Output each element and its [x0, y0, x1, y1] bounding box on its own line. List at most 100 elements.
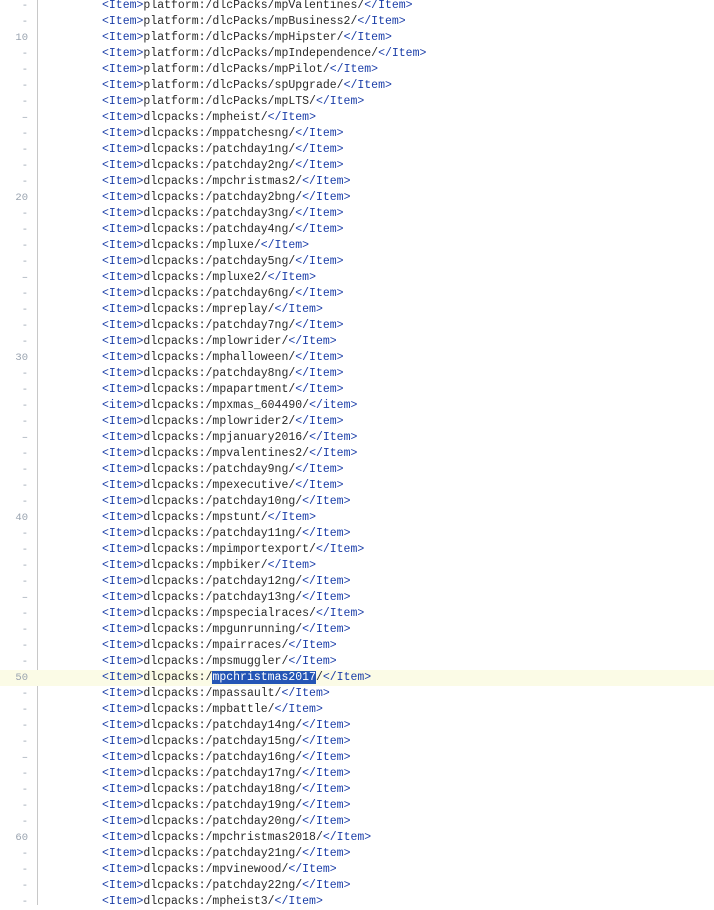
code-text: <Item>dlcpacks:/patchday14ng/</Item> [102, 718, 350, 734]
xml-close-tag: </Item> [315, 543, 365, 556]
code-line[interactable]: - <Item>dlcpacks:/patchday1ng/</Item> [0, 142, 714, 158]
code-line[interactable]: – <Item>dlcpacks:/mpluxe2/</Item> [0, 270, 714, 286]
xml-open-tag: <Item> [102, 767, 144, 780]
code-line[interactable]: - <Item>dlcpacks:/mpspecialraces/</Item> [0, 606, 714, 622]
xml-text-value: dlcpacks:/patchday3ng/ [143, 207, 296, 220]
xml-open-tag: <Item> [102, 591, 144, 604]
code-line[interactable]: - <Item>dlcpacks:/mpchristmas2/</Item> [0, 174, 714, 190]
code-line[interactable]: - <Item>dlcpacks:/mpgunrunning/</Item> [0, 622, 714, 638]
code-line[interactable]: - <Item>dlcpacks:/mpapartment/</Item> [0, 382, 714, 398]
code-line[interactable]: – <Item>dlcpacks:/mpheist/</Item> [0, 110, 714, 126]
xml-open-tag: <Item> [102, 0, 144, 12]
code-line[interactable]: – <Item>dlcpacks:/patchday16ng/</Item> [0, 750, 714, 766]
code-line[interactable]: - <item>dlcpacks:/mpxmas_604490/</item> [0, 398, 714, 414]
code-line[interactable]: 40 <Item>dlcpacks:/mpstunt/</Item> [0, 510, 714, 526]
line-number: - [21, 736, 28, 748]
code-line[interactable]: 60 <Item>dlcpacks:/mpchristmas2018/</Item… [0, 830, 714, 846]
line-number: – [21, 432, 28, 444]
xml-close-tag: </Item> [295, 415, 344, 428]
code-line[interactable]: - <Item>dlcpacks:/patchday19ng/</Item> [0, 798, 714, 814]
code-line[interactable]: - <Item>dlcpacks:/patchday12ng/</Item> [0, 574, 714, 590]
code-line[interactable]: - <Item>dlcpacks:/patchday9ng/</Item> [0, 462, 714, 478]
xml-open-tag: <Item> [102, 335, 144, 348]
xml-close-tag: </Item> [288, 639, 337, 652]
xml-open-tag: <Item> [102, 207, 144, 220]
code-text: <Item>dlcpacks:/patchday10ng/</Item> [102, 494, 350, 510]
code-line[interactable]: - <Item>dlcpacks:/patchday14ng/</Item> [0, 718, 714, 734]
code-line[interactable]: - <Item>dlcpacks:/patchday15ng/</Item> [0, 734, 714, 750]
xml-open-tag: <Item> [102, 303, 144, 316]
xml-text-value: dlcpacks:/mpheist3/ [143, 895, 275, 908]
code-line[interactable]: 30 <Item>dlcpacks:/mphalloween/</Item> [0, 350, 714, 366]
code-line[interactable]: - <Item>platform:/dlcPacks/mpPilot/</Item… [0, 62, 714, 78]
code-line[interactable]: - <Item>dlcpacks:/mpbiker/</Item> [0, 558, 714, 574]
code-text: <Item>dlcpacks:/mpairraces/</Item> [102, 638, 337, 654]
code-line[interactable]: - <Item>dlcpacks:/patchday8ng/</Item> [0, 366, 714, 382]
xml-text-value: dlcpacks:/patchday17ng/ [143, 767, 303, 780]
code-line[interactable]: - <Item>dlcpacks:/mpvinewood/</Item> [0, 862, 714, 878]
code-line[interactable]: - <Item>dlcpacks:/patchday17ng/</Item> [0, 766, 714, 782]
xml-open-tag: <Item> [102, 63, 144, 76]
text-selection[interactable]: mpchristmas2017 [212, 671, 316, 684]
code-line[interactable]: - <Item>dlcpacks:/mpreplay/</Item> [0, 302, 714, 318]
xml-text-value: dlcpacks:/mplowrider2/ [143, 415, 296, 428]
xml-close-tag: </Item> [274, 303, 323, 316]
code-line[interactable]: - <Item>dlcpacks:/patchday10ng/</Item> [0, 494, 714, 510]
xml-close-tag: </Item> [357, 15, 406, 28]
code-line[interactable]: 20 <Item>dlcpacks:/patchday2bng/</Item> [0, 190, 714, 206]
code-line[interactable]: - <Item>dlcpacks:/mpluxe/</Item> [0, 238, 714, 254]
code-editor[interactable]: - <Item>platform:/dlcPacks/mpValentines/<… [0, 0, 714, 910]
code-text: <Item>dlcpacks:/mpsmuggler/</Item> [102, 654, 337, 670]
code-line[interactable]: - <Item>dlcpacks:/patchday3ng/</Item> [0, 206, 714, 222]
code-line[interactable]: - <Item>dlcpacks:/patchday6ng/</Item> [0, 286, 714, 302]
code-line[interactable]: - <Item>dlcpacks:/patchday4ng/</Item> [0, 222, 714, 238]
xml-text-value: dlcpacks:/mphalloween/ [143, 351, 296, 364]
code-line[interactable]: - <Item>dlcpacks:/mplowrider2/</Item> [0, 414, 714, 430]
code-line[interactable]: 10 <Item>platform:/dlcPacks/mpHipster/</I… [0, 30, 714, 46]
line-number: - [21, 768, 28, 780]
line-number: - [21, 208, 28, 220]
code-line[interactable]: - <Item>platform:/dlcPacks/mpValentines/<… [0, 0, 714, 14]
line-number: - [21, 80, 28, 92]
code-line[interactable]: - <Item>dlcpacks:/mpbattle/</Item> [0, 702, 714, 718]
code-line[interactable]: - <Item>dlcpacks:/mpexecutive/</Item> [0, 478, 714, 494]
xml-close-tag: </Item> [315, 607, 365, 620]
code-line[interactable]: - <Item>platform:/dlcPacks/mpLTS/</Item> [0, 94, 714, 110]
code-line[interactable]: - <Item>dlcpacks:/mplowrider/</Item> [0, 334, 714, 350]
code-line[interactable]: - <Item>dlcpacks:/patchday18ng/</Item> [0, 782, 714, 798]
xml-close-tag: </item> [309, 399, 358, 412]
code-line[interactable]: - <Item>dlcpacks:/patchday21ng/</Item> [0, 846, 714, 862]
code-line[interactable]: – <Item>dlcpacks:/mpjanuary2016/</Item> [0, 430, 714, 446]
code-line[interactable]: - <Item>dlcpacks:/mppatchesng/</Item> [0, 126, 714, 142]
code-line[interactable]: - <Item>dlcpacks:/patchday5ng/</Item> [0, 254, 714, 270]
code-line[interactable]: - <Item>dlcpacks:/patchday2ng/</Item> [0, 158, 714, 174]
code-line[interactable]: - <Item>dlcpacks:/patchday22ng/</Item> [0, 878, 714, 894]
code-line[interactable]: - <Item>dlcpacks:/mpvalentines2/</Item> [0, 446, 714, 462]
code-line[interactable]: 50 <Item>dlcpacks:/mpchristmas2017/</Item… [0, 670, 714, 686]
code-text: <Item>dlcpacks:/mpstunt/</Item> [102, 510, 316, 526]
line-number: - [21, 160, 28, 172]
code-line[interactable]: - <Item>dlcpacks:/mpairraces/</Item> [0, 638, 714, 654]
code-line[interactable]: - <Item>platform:/dlcPacks/spUpgrade/</It… [0, 78, 714, 94]
code-line[interactable]: - <Item>dlcpacks:/mpimportexport/</Item> [0, 542, 714, 558]
xml-text-value: dlcpacks:/mpreplay/ [143, 303, 275, 316]
code-line[interactable]: - <Item>dlcpacks:/mpheist3/</Item> [0, 894, 714, 910]
code-text: <Item>dlcpacks:/mpspecialraces/</Item> [102, 606, 364, 622]
code-line[interactable]: - <Item>platform:/dlcPacks/mpBusiness2/</… [0, 14, 714, 30]
xml-text-value: dlcpacks:/patchday13ng/ [143, 591, 303, 604]
code-line[interactable]: - <Item>dlcpacks:/patchday11ng/</Item> [0, 526, 714, 542]
line-number: - [21, 288, 28, 300]
line-number: 20 [15, 192, 28, 204]
xml-open-tag: <Item> [102, 607, 144, 620]
code-line[interactable]: - <Item>platform:/dlcPacks/mpIndependence… [0, 46, 714, 62]
code-text: <Item>dlcpacks:/mppatchesng/</Item> [102, 126, 344, 142]
code-line[interactable]: - <Item>dlcpacks:/patchday20ng/</Item> [0, 814, 714, 830]
code-line[interactable]: - <Item>dlcpacks:/patchday7ng/</Item> [0, 318, 714, 334]
code-text: <Item>dlcpacks:/mpheist/</Item> [102, 110, 316, 126]
code-line[interactable]: - <Item>dlcpacks:/mpsmuggler/</Item> [0, 654, 714, 670]
xml-close-tag: </Item> [302, 591, 351, 604]
code-text: <Item>dlcpacks:/mpgunrunning/</Item> [102, 622, 350, 638]
code-line[interactable]: – <Item>dlcpacks:/patchday13ng/</Item> [0, 590, 714, 606]
xml-text-value: dlcpacks:/mpassault/ [143, 687, 282, 700]
code-line[interactable]: - <Item>dlcpacks:/mpassault/</Item> [0, 686, 714, 702]
